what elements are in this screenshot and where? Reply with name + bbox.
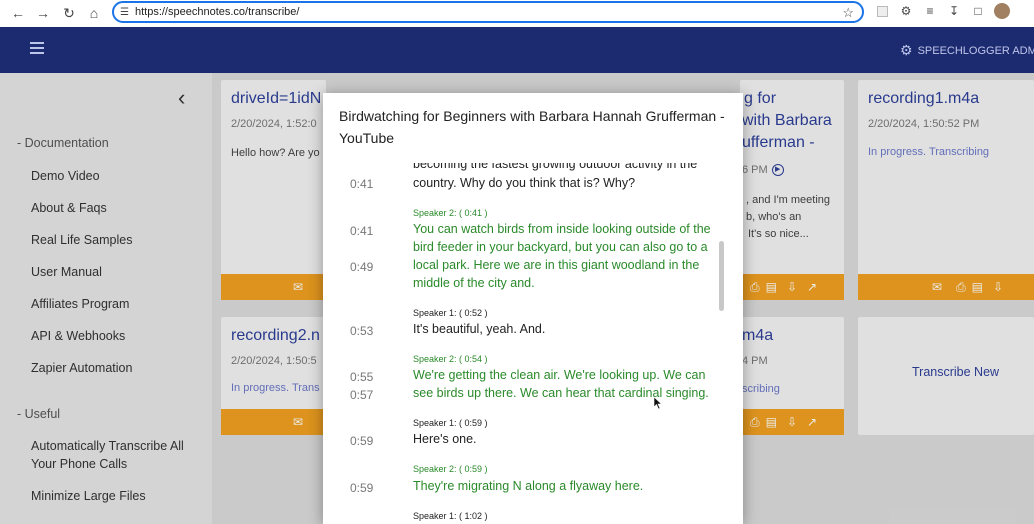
line-timestamp[interactable]: 0:53 — [350, 324, 373, 338]
bookmark-star-icon[interactable]: ☆ — [842, 5, 854, 21]
address-bar[interactable]: ☰ https://speechnotes.co/transcribe/ ☆ — [112, 1, 864, 23]
line-timestamp[interactable]: 0:41 — [350, 177, 373, 191]
transcript-line: country. Why do you think that is? Why? — [413, 176, 636, 190]
reload-icon[interactable]: ↻ — [57, 1, 81, 25]
transcript-line: They're migrating N along a flyaway here… — [413, 479, 644, 493]
line-timestamp[interactable]: 0:55 — [350, 370, 373, 384]
profile-avatar-icon[interactable] — [994, 3, 1010, 19]
transcript-line: We're getting the clean air. We're looki… — [413, 368, 706, 382]
line-timestamp[interactable]: 0:59 — [350, 434, 373, 448]
line-timestamp[interactable]: 0:59 — [350, 481, 373, 495]
browser-toolbar: ← → ↻ ⌂ ☰ https://speechnotes.co/transcr… — [0, 0, 1034, 27]
line-timestamp[interactable]: 0:49 — [350, 260, 373, 274]
speaker-label: Speaker 2: ( 0:41 ) — [413, 208, 488, 218]
url-text: https://speechnotes.co/transcribe/ — [134, 6, 300, 18]
speaker-label: Speaker 2: ( 0:54 ) — [413, 354, 488, 364]
media-queue-icon[interactable]: ≡ — [922, 3, 938, 19]
side-panel-icon[interactable]: □ — [970, 3, 986, 19]
transcript-line: see birds up there. We can hear that car… — [413, 386, 709, 400]
transcript-modal: Birdwatching for Beginners with Barbara … — [323, 93, 743, 524]
modal-title: Birdwatching for Beginners with Barbara … — [339, 108, 725, 146]
extension-tile-icon[interactable] — [874, 3, 890, 19]
forward-arrow-icon[interactable]: → — [31, 1, 55, 25]
speaker-label: Speaker 1: ( 0:59 ) — [413, 418, 488, 428]
transcript-line: You can watch birds from inside looking … — [413, 222, 711, 236]
transcript-line: Here's one. — [413, 432, 477, 446]
transcript-line: It's beautiful, yeah. And. — [413, 322, 546, 336]
transcript-line: bird feeder in your backyard, but you ca… — [413, 240, 708, 254]
transcript-scrollbar[interactable] — [719, 241, 724, 311]
line-timestamp[interactable]: 0:41 — [350, 224, 373, 238]
speaker-label: Speaker 1: ( 1:02 ) — [413, 511, 488, 521]
download-icon[interactable]: ↧ — [946, 3, 962, 19]
transcript-scroll-area[interactable]: becoming the fastest growing outdoor act… — [323, 157, 743, 524]
back-arrow-icon[interactable]: ← — [6, 1, 30, 25]
extensions-puzzle-icon[interactable]: ⚙ — [898, 3, 914, 19]
transcript-line: middle of the city and. — [413, 276, 535, 290]
mouse-cursor-icon — [654, 397, 662, 409]
speaker-label: Speaker 2: ( 0:59 ) — [413, 464, 488, 474]
speaker-label: Speaker 1: ( 0:52 ) — [413, 308, 488, 318]
home-icon[interactable]: ⌂ — [82, 1, 106, 25]
line-timestamp[interactable]: 0:57 — [350, 388, 373, 402]
transcript-line: local park. Here we are in this giant wo… — [413, 258, 700, 272]
site-settings-icon[interactable]: ☰ — [120, 7, 129, 18]
transcript-line: becoming the fastest growing outdoor act… — [413, 157, 698, 171]
